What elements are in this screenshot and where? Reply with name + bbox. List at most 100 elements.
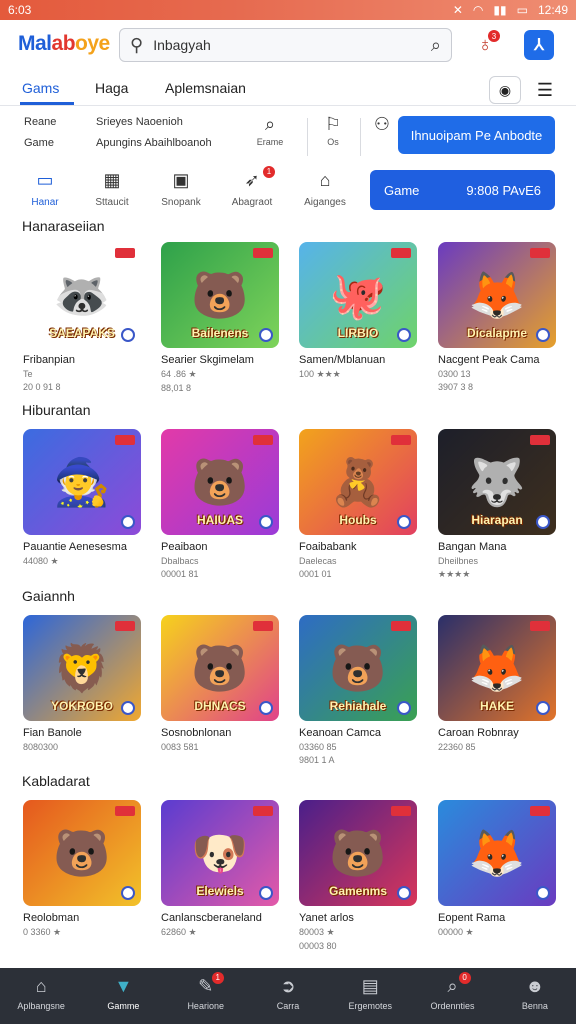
game-thumbnail[interactable]: 🐙 LIRBIO xyxy=(299,242,417,348)
game-name[interactable]: Foaibabank xyxy=(299,541,417,553)
game-name[interactable]: Reolobman xyxy=(23,912,141,924)
game-name[interactable]: Keanoan Camca xyxy=(299,727,417,739)
game-meta: 100 ★★★ xyxy=(299,369,341,379)
game-thumbnail[interactable]: 🦊 Dicalapme xyxy=(438,242,556,348)
search-bar[interactable]: ⚲ Inbagyah ⌕ xyxy=(119,28,452,62)
game-thumbnail[interactable]: 🦊 xyxy=(438,800,556,906)
category-home[interactable]: ▭ Hanar xyxy=(10,170,80,208)
game-name[interactable]: Fribanpian xyxy=(23,354,141,366)
game-card[interactable]: 🐙 LIRBIO Samen/Mblanuan 100 ★★★ xyxy=(299,242,417,383)
info-search-button[interactable]: ⌕ Erame xyxy=(250,114,290,158)
nav-carra[interactable]: ➲ Carra xyxy=(247,968,329,1024)
game-card[interactable]: 🐶 Elewiels Canlanscberaneland 62860 ★ xyxy=(161,800,279,941)
game-name[interactable]: Sosnobnlonan xyxy=(161,727,279,739)
category-snopank[interactable]: ▣ Snopank xyxy=(146,170,216,208)
game-thumbnail[interactable]: 🐶 Elewiels xyxy=(161,800,279,906)
status-bar: 6:03 ✕ ◠ ▮▮ ▭ 12:49 xyxy=(0,0,576,20)
mascot-icon: 🦝 xyxy=(53,268,111,321)
info-row: Reane Game Srieyes Naoenioh Apungins Aba… xyxy=(0,112,576,160)
nav-games[interactable]: ▼ Gamme xyxy=(82,968,164,1024)
game-card[interactable]: 🐻 DHNACS Sosnobnlonan 0083 581 xyxy=(161,615,279,755)
badge-icon xyxy=(536,886,550,900)
game-thumbnail[interactable]: 🐻 DHNACS xyxy=(161,615,279,721)
game-name[interactable]: Eopent Rama xyxy=(438,912,556,924)
game-thumbnail[interactable]: 🐻 Gamenms xyxy=(299,800,417,906)
search-input[interactable]: Inbagyah xyxy=(153,37,421,53)
game-card[interactable]: 🦊 Eopent Rama 00000 ★ xyxy=(438,800,556,941)
info-action-button[interactable]: Ihnuoipam Pe Anbodte xyxy=(398,116,555,154)
wifi-icon: ◠ xyxy=(472,3,484,17)
game-card[interactable]: 🦊 HAKE Caroan Robnray 22360 85 xyxy=(438,615,556,755)
nav-messages[interactable]: ✎ 1 Hearione xyxy=(165,968,247,1024)
game-card[interactable]: 🐻 Reolobman 0 3360 ★ xyxy=(23,800,141,941)
category-abagraot[interactable]: ➶ 1 Abagraot xyxy=(217,166,287,208)
top-tabs: Gams Haga Aplemsnaian ◉ ☰ xyxy=(0,74,576,106)
game-thumbnail[interactable]: 🦝 SAEAPAKS xyxy=(23,242,141,348)
nav-profile[interactable]: ☻ Benna xyxy=(494,968,576,1024)
game-banner-button[interactable]: Game 9:808 PAvE6 xyxy=(370,170,555,210)
game-name[interactable]: Peaibaon xyxy=(161,541,279,553)
nav-ordennties[interactable]: ⌕ 0 Ordennties xyxy=(411,968,493,1024)
game-name[interactable]: Caroan Robnray xyxy=(438,727,556,739)
app-logo[interactable]: Malaboye xyxy=(18,32,110,56)
game-thumbnail[interactable]: 🐻 Rehiahale xyxy=(299,615,417,721)
game-card[interactable]: 🦊 Dicalapme Nacgent Peak Cama 0300 13 3907 3… xyxy=(438,242,556,392)
notification-badge: 3 xyxy=(488,30,500,42)
notification-button[interactable]: ♁ 3 xyxy=(470,30,500,60)
game-thumbnail[interactable]: 🧙 xyxy=(23,429,141,535)
nav-home[interactable]: ⌂ Aplbangsne xyxy=(0,968,82,1024)
game-name[interactable]: Canlanscberaneland xyxy=(161,912,279,924)
search-icon: ⌕ xyxy=(447,976,458,996)
game-thumbnail[interactable]: 🧸 Houbs xyxy=(299,429,417,535)
thumbnail-title: HAKE xyxy=(479,699,514,713)
game-name[interactable]: Fian Banole xyxy=(23,727,141,739)
game-thumbnail[interactable]: 🦁 YOKROBO xyxy=(23,615,141,721)
nav-badge: 0 xyxy=(458,972,471,984)
game-card[interactable]: 🦁 YOKROBO Fian Banole 8080300 xyxy=(23,615,141,755)
game-meta: 0083 581 xyxy=(161,742,199,752)
profile-button[interactable]: ⅄ xyxy=(524,30,554,60)
game-card[interactable]: 🐺 Hiarapan Bangan Mana Dheilbnes ★★★★ xyxy=(438,429,556,580)
tab-aplemsnaian[interactable]: Aplemsnaian xyxy=(165,80,246,96)
mascot-icon: 🐶 xyxy=(191,826,249,879)
nav-ergemotes[interactable]: ▤ Ergemotes xyxy=(329,968,411,1024)
game-name[interactable]: Bangan Mana xyxy=(438,541,556,553)
game-thumbnail[interactable]: 🐻 HAIUAS xyxy=(161,429,279,535)
game-name[interactable]: Pauantie Aenesesma xyxy=(23,541,141,553)
tab-games[interactable]: Gams xyxy=(22,80,59,96)
game-thumbnail[interactable]: 🐺 Hiarapan xyxy=(438,429,556,535)
search-icon[interactable]: ⌕ xyxy=(431,35,441,56)
thumbnail-title: Hiarapan xyxy=(471,513,523,527)
new-tag xyxy=(253,435,273,445)
person-icon: ⅄ xyxy=(534,37,544,54)
category-sttaucit[interactable]: ▦ Sttaucit xyxy=(77,170,147,208)
info-flag-button[interactable]: ⚐ Os xyxy=(313,114,353,158)
game-card[interactable]: 🧸 Houbs Foaibabank Daelecas 0001 01 xyxy=(299,429,417,579)
info-user-button[interactable]: ⚇ xyxy=(362,114,402,158)
tab-haga[interactable]: Haga xyxy=(95,80,128,96)
section-title: Hiburantan xyxy=(22,402,91,418)
game-name[interactable]: Searier Skgimelam xyxy=(161,354,279,366)
camera-button[interactable]: ◉ xyxy=(489,76,521,104)
game-thumbnail[interactable]: 🐻 xyxy=(23,800,141,906)
mascot-icon: 🧙 xyxy=(53,455,111,508)
game-meta: Te xyxy=(23,369,33,379)
battery-icon: ▭ xyxy=(516,3,528,17)
game-thumbnail[interactable]: 🦊 HAKE xyxy=(438,615,556,721)
game-meta: 03360 85 xyxy=(299,742,337,752)
game-card[interactable]: 🐻 Bailenens Searier Skgimelam 64 .86 ★ 88,01… xyxy=(161,242,279,393)
game-card[interactable]: 🐻 Gamenms Yanet arlos 80003 ★ 00003 80 xyxy=(299,800,417,951)
game-thumbnail[interactable]: 🐻 Bailenens xyxy=(161,242,279,348)
game-meta-secondary: 9801 1 A xyxy=(299,755,335,765)
category-aiganges[interactable]: ⌂ Aiganges xyxy=(290,170,360,208)
game-card[interactable]: 🦝 SAEAPAKS Fribanpian Te 20 0 91 8 xyxy=(23,242,141,392)
badge-icon xyxy=(121,515,135,529)
game-card[interactable]: 🐻 HAIUAS Peaibaon Dbalbacs 00001 81 xyxy=(161,429,279,579)
game-name[interactable]: Samen/Mblanuan xyxy=(299,354,417,366)
new-tag xyxy=(253,806,273,816)
game-name[interactable]: Nacgent Peak Cama xyxy=(438,354,556,366)
game-card[interactable]: 🐻 Rehiahale Keanoan Camca 03360 85 9801 1 A xyxy=(299,615,417,765)
game-name[interactable]: Yanet arlos xyxy=(299,912,417,924)
menu-button[interactable]: ☰ xyxy=(534,78,556,102)
game-card[interactable]: 🧙 Pauantie Aenesesma 44080 ★ xyxy=(23,429,141,570)
